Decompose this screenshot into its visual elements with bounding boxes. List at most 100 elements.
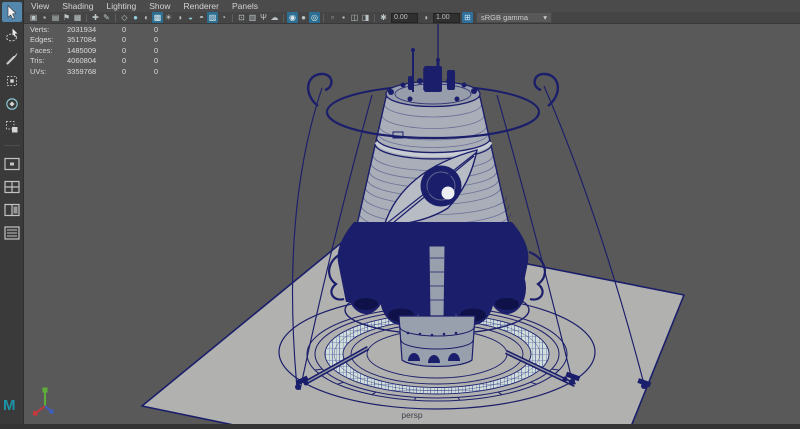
wireframe-on-shaded-icon[interactable]: ◐: [141, 12, 152, 23]
gamma-field[interactable]: 1.00: [433, 13, 460, 23]
move-tool-button[interactable]: [2, 71, 22, 91]
lights-icon[interactable]: ☀: [163, 12, 174, 23]
image-plane-icon[interactable]: ▦: [72, 12, 83, 23]
color-space-value: sRGB gamma: [481, 13, 528, 22]
hud-label: Tris:: [30, 56, 67, 66]
hud-value: 1485009: [67, 46, 122, 56]
menu-show[interactable]: Show: [149, 1, 170, 11]
hud-label: Edges:: [30, 35, 67, 45]
hud-value: 4060804: [67, 56, 122, 66]
panel-menu-bar: View Shading Lighting Show Renderer Pane…: [24, 0, 800, 12]
menu-lighting[interactable]: Lighting: [106, 1, 136, 11]
chevron-down-icon: ▾: [543, 13, 547, 22]
viewport-canvas[interactable]: [24, 24, 800, 424]
hud-row-edges: Edges: 3517084 0 0: [30, 35, 186, 45]
hud-component-count: 0: [154, 67, 186, 77]
rotate-icon: [4, 96, 20, 112]
toolbox-separator: [4, 145, 20, 146]
lasso-select-tool-button[interactable]: [2, 25, 22, 45]
hud-selected-count: 0: [122, 25, 154, 35]
fog-icon[interactable]: ☁: [269, 12, 280, 23]
contrast-icon[interactable]: ◑: [420, 12, 431, 23]
layout-outliner-button[interactable]: [2, 223, 22, 243]
menu-panels[interactable]: Panels: [232, 1, 258, 11]
antialias-icon[interactable]: ▨: [207, 12, 218, 23]
toolbar-separator: [86, 14, 87, 22]
hud-row-tris: Tris: 4060804 0 0: [30, 56, 186, 66]
outliner-list-icon: [3, 225, 21, 241]
select-tool-button[interactable]: [2, 2, 22, 22]
move-icon: [4, 73, 20, 89]
hud-row-uvs: UVs: 3359768 0 0: [30, 67, 186, 77]
depth-of-field-icon[interactable]: ◔: [218, 12, 229, 23]
wireframe-icon[interactable]: ◇: [119, 12, 130, 23]
poly-count-hud: Verts: 2031934 0 0 Edges: 3517084 0 0 Fa…: [30, 25, 186, 77]
lasso-icon: [4, 27, 20, 43]
hud-selected-count: 0: [122, 46, 154, 56]
window-bottom-edge: [0, 424, 800, 429]
exposure-a-icon[interactable]: ▫: [327, 12, 338, 23]
hud-component-count: 0: [154, 46, 186, 56]
toolbar-separator: [323, 14, 324, 22]
tool-box: [0, 0, 24, 429]
snapshot-icon[interactable]: ◫: [349, 12, 360, 23]
hud-selected-count: 0: [122, 67, 154, 77]
ao-toggle-icon[interactable]: ◎: [309, 12, 320, 23]
motion-blur-icon[interactable]: ◓: [196, 12, 207, 23]
scale-tool-button[interactable]: [2, 117, 22, 137]
color-managed-icon[interactable]: ⊞: [462, 12, 473, 23]
panel-toolbar: ▣ ▪ ▤ ⚑ ▦ ✚ ✎ ◇ ● ◐ ▩ ☀ ◑ ◒ ◓ ▨ ◔ ⊡ ▥ Ψ …: [24, 12, 800, 24]
viewport-panel[interactable]: Verts: 2031934 0 0 Edges: 3517084 0 0 Fa…: [24, 24, 800, 424]
toolbar-separator: [374, 14, 375, 22]
exposure-field[interactable]: 0.00: [391, 13, 418, 23]
shadows-icon[interactable]: ◑: [174, 12, 185, 23]
layout-four-pane-button[interactable]: [2, 177, 22, 197]
menu-shading[interactable]: Shading: [62, 1, 93, 11]
bookmark-icon[interactable]: ⚑: [61, 12, 72, 23]
hud-row-verts: Verts: 2031934 0 0: [30, 25, 186, 35]
toolbar-separator: [283, 14, 284, 22]
single-pane-icon: [3, 156, 21, 172]
smooth-shade-icon[interactable]: ●: [130, 12, 141, 23]
view-axis-gizmo: [32, 386, 58, 418]
menu-view[interactable]: View: [31, 1, 49, 11]
rotate-tool-button[interactable]: [2, 94, 22, 114]
camera-attributes-icon[interactable]: ▤: [50, 12, 61, 23]
color-space-dropdown[interactable]: sRGB gamma ▾: [476, 12, 552, 23]
maya-window: View Shading Lighting Show Renderer Pane…: [0, 0, 800, 429]
scale-icon: [4, 119, 20, 135]
hud-component-count: 0: [154, 35, 186, 45]
layer-icon[interactable]: ◨: [360, 12, 371, 23]
select-cursor-icon: [4, 4, 20, 20]
hud-selected-count: 0: [122, 56, 154, 66]
two-pane-icon: [3, 202, 21, 218]
camera-label: persp: [24, 410, 800, 420]
maya-logo: M: [3, 397, 16, 414]
select-camera-icon[interactable]: ▣: [28, 12, 39, 23]
lock-camera-icon[interactable]: ▪: [39, 12, 50, 23]
isolate-select-icon[interactable]: ⊡: [236, 12, 247, 23]
lighting-toggle-icon[interactable]: ◉: [287, 12, 298, 23]
layout-two-pane-button[interactable]: [2, 200, 22, 220]
paint-select-tool-button[interactable]: [2, 48, 22, 68]
gear-icon[interactable]: ✱: [378, 12, 389, 23]
hud-label: UVs:: [30, 67, 67, 77]
xray-joints-icon[interactable]: Ψ: [258, 12, 269, 23]
ssao-icon[interactable]: ◒: [185, 12, 196, 23]
hud-component-count: 0: [154, 56, 186, 66]
hud-value: 3359768: [67, 67, 122, 77]
brush-icon: [4, 50, 20, 66]
layout-single-pane-button[interactable]: [2, 154, 22, 174]
menu-renderer[interactable]: Renderer: [184, 1, 219, 11]
pan-zoom-icon[interactable]: ✚: [90, 12, 101, 23]
toolbar-separator: [232, 14, 233, 22]
grease-pencil-icon[interactable]: ✎: [101, 12, 112, 23]
hud-component-count: 0: [154, 25, 186, 35]
textured-icon[interactable]: ▩: [152, 12, 163, 23]
toolbar-separator: [115, 14, 116, 22]
exposure-b-icon[interactable]: ▪: [338, 12, 349, 23]
hud-row-faces: Faces: 1485009 0 0: [30, 46, 186, 56]
hud-label: Faces:: [30, 46, 67, 56]
shadow-toggle-icon[interactable]: ●: [298, 12, 309, 23]
xray-icon[interactable]: ▥: [247, 12, 258, 23]
